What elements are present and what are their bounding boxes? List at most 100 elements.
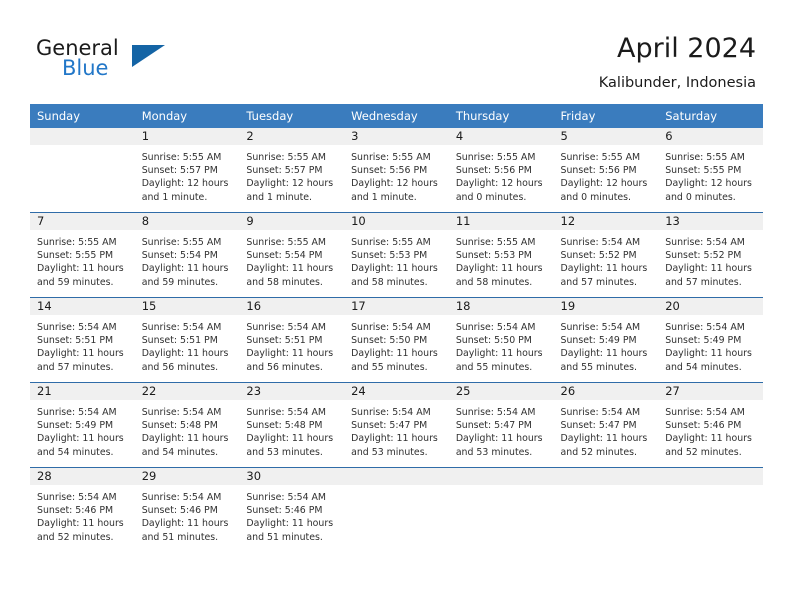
day-sun-info: Sunrise: 5:55 AM Sunset: 5:54 PM Daylight:… bbox=[239, 230, 344, 289]
sunrise-time: Sunrise: 5:54 AM bbox=[665, 322, 745, 333]
calendar-day-cell[interactable]: 29 Sunrise: 5:54 AM Sunset: 5:46 PM Dayligh… bbox=[134, 467, 240, 552]
daylight-duration-line1: Daylight: 12 hours bbox=[141, 178, 229, 190]
day-number: 18 bbox=[455, 299, 471, 313]
daylight-duration-line2: and 55 minutes. bbox=[455, 361, 533, 373]
daylight-duration-line1: Daylight: 11 hours bbox=[665, 348, 752, 360]
sunset-time: Sunset: 5:53 PM bbox=[455, 250, 532, 262]
day-number-band: 28 bbox=[30, 468, 135, 485]
calendar-day-cell[interactable]: 7 Sunrise: 5:55 AM Sunset: 5:55 PM Daylight… bbox=[30, 212, 135, 298]
calendar-day-cell[interactable]: 4 Sunrise: 5:55 AM Sunset: 5:56 PM Daylight… bbox=[448, 128, 554, 213]
calendar-day-cell[interactable]: 27 Sunrise: 5:54 AM Sunset: 5:46 PM Dayligh… bbox=[658, 382, 763, 468]
day-number-band: 12 bbox=[553, 213, 659, 230]
calendar-week-row: 14 Sunrise: 5:54 AM Sunset: 5:51 PM Dayligh… bbox=[30, 297, 763, 383]
day-sun-info: Sunrise: 5:54 AM Sunset: 5:49 PM Daylight:… bbox=[30, 400, 135, 459]
calendar-day-cell[interactable]: 20 Sunrise: 5:54 AM Sunset: 5:49 PM Dayligh… bbox=[658, 297, 763, 383]
sunrise-time: Sunrise: 5:55 AM bbox=[246, 152, 327, 163]
sunset-time: Sunset: 5:55 PM bbox=[665, 165, 742, 177]
daylight-duration-line2: and 54 minutes. bbox=[141, 446, 219, 458]
sunrise-time: Sunrise: 5:54 AM bbox=[351, 407, 431, 418]
sunset-time: Sunset: 5:50 PM bbox=[351, 335, 428, 347]
page-header: General Blue April 2024 Kalibunder, Indo… bbox=[0, 0, 792, 100]
sunrise-time: Sunrise: 5:55 AM bbox=[351, 237, 431, 248]
daylight-duration-line1: Daylight: 11 hours bbox=[246, 348, 334, 360]
calendar-day-cell[interactable]: 22 Sunrise: 5:54 AM Sunset: 5:48 PM Dayligh… bbox=[134, 382, 240, 468]
daylight-duration-line2: and 52 minutes. bbox=[37, 531, 114, 543]
calendar-day-cell[interactable]: 15 Sunrise: 5:54 AM Sunset: 5:51 PM Dayligh… bbox=[134, 297, 240, 383]
weekday-header-wednesday: Wednesday bbox=[344, 104, 449, 128]
calendar-day-cell[interactable]: 16 Sunrise: 5:54 AM Sunset: 5:51 PM Dayligh… bbox=[239, 297, 345, 383]
daylight-duration-line1: Daylight: 11 hours bbox=[37, 433, 124, 445]
daylight-duration-line2: and 55 minutes. bbox=[351, 361, 428, 373]
calendar-page: General Blue April 2024 Kalibunder, Indo… bbox=[0, 0, 792, 612]
daylight-duration-line1: Daylight: 11 hours bbox=[141, 433, 229, 445]
sunrise-time: Sunrise: 5:54 AM bbox=[455, 322, 536, 333]
day-cell-body: 20 Sunrise: 5:54 AM Sunset: 5:49 PM Dayligh… bbox=[658, 298, 763, 382]
day-number: 12 bbox=[560, 214, 576, 228]
day-number: 6 bbox=[665, 129, 673, 143]
day-sun-info: Sunrise: 5:54 AM Sunset: 5:46 PM Daylight:… bbox=[135, 485, 240, 544]
day-number: 7 bbox=[37, 214, 45, 228]
sunrise-time: Sunrise: 5:54 AM bbox=[141, 492, 222, 503]
day-number-band: 30 bbox=[239, 468, 345, 485]
calendar-day-cell[interactable]: 26 Sunrise: 5:54 AM Sunset: 5:47 PM Dayligh… bbox=[553, 382, 659, 468]
sunset-time: Sunset: 5:46 PM bbox=[141, 505, 218, 517]
daylight-duration-line1: Daylight: 11 hours bbox=[141, 348, 229, 360]
day-number-band bbox=[658, 468, 763, 485]
day-cell-body: 13 Sunrise: 5:54 AM Sunset: 5:52 PM Dayligh… bbox=[658, 213, 763, 297]
sunrise-time: Sunrise: 5:55 AM bbox=[37, 237, 117, 248]
day-number-band: 8 bbox=[134, 213, 240, 230]
sunset-time: Sunset: 5:47 PM bbox=[455, 420, 532, 432]
weekday-header-thursday: Thursday bbox=[448, 104, 554, 128]
calendar-day-cell[interactable]: 14 Sunrise: 5:54 AM Sunset: 5:51 PM Dayligh… bbox=[30, 297, 135, 383]
day-cell-body: 18 Sunrise: 5:54 AM Sunset: 5:50 PM Dayligh… bbox=[448, 298, 554, 382]
day-cell-body: 12 Sunrise: 5:54 AM Sunset: 5:52 PM Dayligh… bbox=[553, 213, 659, 297]
sunrise-time: Sunrise: 5:55 AM bbox=[455, 152, 536, 163]
calendar-day-cell[interactable]: 19 Sunrise: 5:54 AM Sunset: 5:49 PM Dayligh… bbox=[553, 297, 659, 383]
calendar-day-cell[interactable]: 23 Sunrise: 5:54 AM Sunset: 5:48 PM Dayligh… bbox=[239, 382, 345, 468]
day-cell-body: 22 Sunrise: 5:54 AM Sunset: 5:48 PM Dayligh… bbox=[134, 383, 240, 467]
calendar-day-cell[interactable]: 24 Sunrise: 5:54 AM Sunset: 5:47 PM Dayligh… bbox=[344, 382, 449, 468]
calendar-day-cell[interactable]: 28 Sunrise: 5:54 AM Sunset: 5:46 PM Dayligh… bbox=[30, 467, 135, 552]
sunrise-time: Sunrise: 5:54 AM bbox=[665, 237, 745, 248]
daylight-duration-line1: Daylight: 11 hours bbox=[246, 263, 334, 275]
day-number: 13 bbox=[665, 214, 680, 228]
day-cell-body: 7 Sunrise: 5:55 AM Sunset: 5:55 PM Daylight… bbox=[30, 213, 135, 297]
calendar-day-cell[interactable]: 8 Sunrise: 5:55 AM Sunset: 5:54 PM Daylight… bbox=[134, 212, 240, 298]
calendar-day-cell[interactable]: 18 Sunrise: 5:54 AM Sunset: 5:50 PM Dayligh… bbox=[448, 297, 554, 383]
calendar-day-cell[interactable]: 10 Sunrise: 5:55 AM Sunset: 5:53 PM Dayligh… bbox=[344, 212, 449, 298]
calendar-day-cell[interactable]: 25 Sunrise: 5:54 AM Sunset: 5:47 PM Dayligh… bbox=[448, 382, 554, 468]
daylight-duration-line2: and 54 minutes. bbox=[665, 361, 742, 373]
daylight-duration-line1: Daylight: 11 hours bbox=[351, 348, 438, 360]
daylight-duration-line2: and 57 minutes. bbox=[560, 276, 637, 288]
daylight-duration-line2: and 58 minutes. bbox=[351, 276, 428, 288]
calendar-day-cell[interactable]: 3 Sunrise: 5:55 AM Sunset: 5:56 PM Daylight… bbox=[344, 128, 449, 213]
calendar-day-cell[interactable]: 13 Sunrise: 5:54 AM Sunset: 5:52 PM Dayligh… bbox=[658, 212, 763, 298]
calendar-day-cell[interactable]: 12 Sunrise: 5:54 AM Sunset: 5:52 PM Dayligh… bbox=[553, 212, 659, 298]
sunset-time: Sunset: 5:57 PM bbox=[141, 165, 218, 177]
sunrise-time: Sunrise: 5:54 AM bbox=[246, 407, 327, 418]
calendar-day-cell[interactable]: 11 Sunrise: 5:55 AM Sunset: 5:53 PM Dayligh… bbox=[448, 212, 554, 298]
sunset-time: Sunset: 5:57 PM bbox=[246, 165, 323, 177]
calendar-day-cell[interactable]: 21 Sunrise: 5:54 AM Sunset: 5:49 PM Dayligh… bbox=[30, 382, 135, 468]
calendar-day-cell[interactable]: 9 Sunrise: 5:55 AM Sunset: 5:54 PM Daylight… bbox=[239, 212, 345, 298]
sunset-time: Sunset: 5:49 PM bbox=[665, 335, 742, 347]
calendar-day-cell[interactable]: 17 Sunrise: 5:54 AM Sunset: 5:50 PM Dayligh… bbox=[344, 297, 449, 383]
calendar-day-cell[interactable]: 1 Sunrise: 5:55 AM Sunset: 5:57 PM Daylight… bbox=[134, 128, 240, 213]
calendar-day-cell[interactable]: 5 Sunrise: 5:55 AM Sunset: 5:56 PM Daylight… bbox=[553, 128, 659, 213]
day-sun-info: Sunrise: 5:54 AM Sunset: 5:49 PM Daylight:… bbox=[554, 315, 659, 374]
weekday-header-sunday: Sunday bbox=[30, 104, 135, 128]
day-number-band bbox=[448, 468, 554, 485]
daylight-duration-line1: Daylight: 11 hours bbox=[455, 348, 543, 360]
day-sun-info: Sunrise: 5:55 AM Sunset: 5:53 PM Daylight:… bbox=[449, 230, 554, 289]
weekday-header-monday: Monday bbox=[134, 104, 240, 128]
daylight-duration-line1: Daylight: 11 hours bbox=[246, 518, 334, 530]
calendar-day-cell[interactable]: 2 Sunrise: 5:55 AM Sunset: 5:57 PM Daylight… bbox=[239, 128, 345, 213]
day-cell-body bbox=[30, 128, 135, 212]
daylight-duration-line1: Daylight: 11 hours bbox=[37, 348, 124, 360]
daylight-duration-line2: and 58 minutes. bbox=[246, 276, 323, 288]
sunset-time: Sunset: 5:48 PM bbox=[246, 420, 323, 432]
daylight-duration-line2: and 59 minutes. bbox=[37, 276, 114, 288]
sunset-time: Sunset: 5:53 PM bbox=[351, 250, 428, 262]
calendar-day-cell[interactable]: 6 Sunrise: 5:55 AM Sunset: 5:55 PM Daylight… bbox=[658, 128, 763, 213]
calendar-day-cell[interactable]: 30 Sunrise: 5:54 AM Sunset: 5:46 PM Dayligh… bbox=[239, 467, 345, 552]
